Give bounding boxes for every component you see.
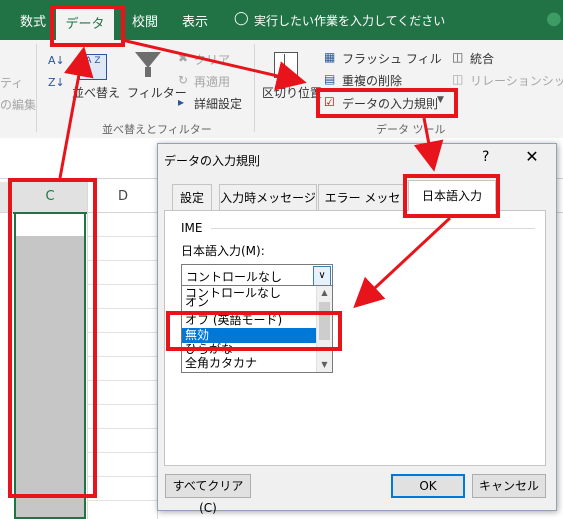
flash-fill-icon: ▦ bbox=[324, 50, 336, 64]
ime-mode-combobox[interactable]: コントロールなし ∨ bbox=[181, 264, 333, 286]
tell-me-box[interactable]: 実行したい作業を入力してください bbox=[254, 12, 445, 29]
ok-button[interactable]: OK bbox=[391, 474, 465, 498]
group-divider bbox=[36, 44, 37, 132]
row-gridline bbox=[88, 284, 158, 285]
filter-icon bbox=[135, 52, 161, 68]
row-gridline bbox=[88, 380, 158, 381]
advanced-filter-button[interactable]: 詳細設定 bbox=[194, 95, 242, 112]
clear-button[interactable]: クリア bbox=[194, 51, 230, 68]
help-button[interactable]: ? bbox=[482, 149, 489, 165]
group-line bbox=[211, 228, 535, 229]
ime-group-label: IME bbox=[181, 221, 203, 235]
group-label-sort-filter: 並べ替えとフィルター bbox=[102, 123, 212, 136]
tab-review[interactable]: 校閲 bbox=[132, 11, 158, 30]
relationships-button[interactable]: リレーションシップ bbox=[470, 72, 563, 89]
consolidate-icon: ◫ bbox=[452, 50, 464, 64]
annotation-box-ime-tab bbox=[403, 174, 500, 218]
tab-error-message[interactable]: エラー メッセージ bbox=[318, 184, 407, 231]
cancel-button[interactable]: キャンセル bbox=[472, 474, 546, 498]
tab-formulas[interactable]: 数式 bbox=[20, 11, 46, 30]
group-divider bbox=[254, 44, 255, 132]
clear-icon: ✖ bbox=[178, 51, 189, 65]
chevron-down-icon[interactable]: ∨ bbox=[313, 266, 331, 286]
row-gridline bbox=[88, 260, 158, 261]
row-gridline bbox=[88, 332, 158, 333]
annotation-box-disabled-option bbox=[166, 311, 342, 351]
row-gridline bbox=[88, 428, 158, 429]
scroll-down-icon[interactable]: ▼ bbox=[317, 358, 332, 372]
column-header-d[interactable]: D bbox=[88, 182, 158, 212]
advanced-filter-icon: ▸ bbox=[178, 95, 185, 109]
option-on[interactable]: オン bbox=[182, 298, 319, 307]
sort-button[interactable]: 並べ替え bbox=[72, 84, 120, 101]
cut-off-label-1: ティ bbox=[0, 76, 24, 90]
row-gridline bbox=[88, 356, 158, 357]
reapply-icon: ↻ bbox=[178, 73, 189, 87]
filter-icon-stem bbox=[145, 67, 151, 77]
annotation-box-data-validation bbox=[316, 88, 458, 118]
consolidate-button[interactable]: 統合 bbox=[470, 50, 494, 67]
option-fullwidth-katakana[interactable]: 全角カタカナ bbox=[182, 356, 319, 371]
relationships-icon: ◫ bbox=[452, 72, 464, 86]
text-to-columns-icon-split bbox=[284, 54, 285, 74]
sort-dialog-icon[interactable]: A Z bbox=[79, 54, 107, 80]
text-to-columns-icon bbox=[274, 52, 298, 78]
row-gridline bbox=[88, 236, 158, 237]
tab-settings[interactable]: 設定 bbox=[172, 184, 212, 211]
ime-mode-label: 日本語入力(M): bbox=[181, 244, 265, 258]
ribbon: ティ の編集 A↓ Z↓ A Z 並べ替え フィルター ✖ クリア ↻ 再適用 … bbox=[0, 40, 563, 139]
account-icon[interactable]: ● bbox=[546, 8, 562, 29]
cut-off-label-2: の編集 bbox=[0, 98, 37, 112]
row-gridline bbox=[88, 476, 158, 477]
annotation-box-data-tab bbox=[50, 5, 125, 47]
remove-duplicates-button[interactable]: 重複の削除 bbox=[342, 72, 402, 89]
dialog-title: データの入力規則 bbox=[164, 154, 261, 168]
text-to-columns-button[interactable]: 区切り位置 bbox=[262, 84, 322, 101]
row-gridline bbox=[88, 404, 158, 405]
combo-value: コントロールなし bbox=[186, 270, 283, 284]
row-gridline bbox=[88, 308, 158, 309]
clear-all-button[interactable]: すべてクリア(C) bbox=[165, 474, 251, 515]
sort-ascending-icon[interactable]: A↓ bbox=[48, 54, 65, 67]
group-label-data-tools: データ ツール bbox=[376, 123, 446, 136]
lightbulb-icon: ◯ bbox=[234, 11, 249, 26]
annotation-box-column-c bbox=[8, 178, 97, 498]
scroll-up-icon[interactable]: ▲ bbox=[317, 286, 332, 300]
row-gridline bbox=[88, 500, 158, 501]
reapply-button[interactable]: 再適用 bbox=[194, 73, 230, 90]
row-gridline bbox=[88, 452, 158, 453]
flash-fill-button[interactable]: フラッシュ フィル bbox=[342, 50, 442, 67]
tab-input-message[interactable]: 入力時メッセージ bbox=[219, 184, 317, 211]
sort-descending-icon[interactable]: Z↓ bbox=[48, 76, 65, 89]
tab-view[interactable]: 表示 bbox=[182, 11, 208, 30]
close-button[interactable]: ✕ bbox=[522, 147, 542, 166]
remove-duplicates-icon: ▤ bbox=[324, 72, 336, 86]
